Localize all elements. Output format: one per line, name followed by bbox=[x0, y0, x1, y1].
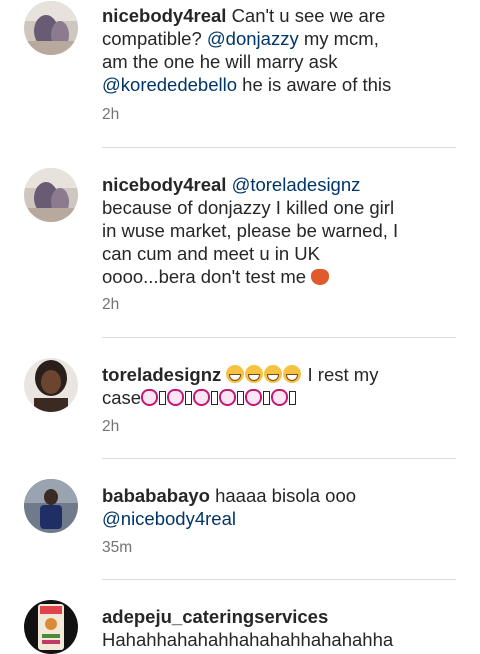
comment-text-segment: can cum and meet u in UK bbox=[102, 243, 320, 264]
missing-glyph-icon bbox=[159, 391, 167, 405]
divider bbox=[102, 337, 456, 338]
comment-timestamp: 2h bbox=[102, 106, 120, 123]
comment-text-segment: Can't u see we are bbox=[231, 5, 386, 26]
comment-username[interactable]: nicebody4real bbox=[102, 174, 226, 195]
comment-text: adepeju_cateringservices Hahahhahahahhah… bbox=[102, 605, 452, 651]
missing-glyph-icon bbox=[185, 391, 193, 405]
comment-text-segment: haaaa bisola ooo bbox=[215, 485, 357, 506]
comment-username[interactable]: toreladesignz bbox=[102, 364, 221, 385]
mention-link[interactable]: @donjazzy bbox=[207, 28, 299, 49]
comment-username[interactable]: adepeju_cateringservices bbox=[102, 606, 328, 627]
comment-timestamp: 2h bbox=[102, 296, 120, 313]
comment-text-segment: my mcm, bbox=[298, 28, 379, 49]
devil-face-icon bbox=[311, 269, 330, 285]
divider bbox=[102, 147, 456, 148]
avatar-photo-icon bbox=[24, 168, 78, 222]
clapping-hands-icon bbox=[271, 389, 289, 406]
clapping-hands-icon bbox=[219, 389, 237, 406]
comment-text: nicebody4real Can't u see we are compati… bbox=[102, 4, 452, 96]
comment-text: toreladesignz I rest my case bbox=[102, 363, 452, 409]
comment-text: nicebody4real @toreladesignz because of … bbox=[102, 173, 452, 288]
grinning-face-icon bbox=[264, 365, 283, 383]
avatar-photo-icon bbox=[24, 358, 78, 412]
missing-glyph-icon bbox=[211, 391, 219, 405]
comment-text-segment: I rest my bbox=[307, 364, 379, 385]
avatar[interactable] bbox=[24, 1, 78, 55]
comment-text-segment: Hahahhahahahhahahahhahahahha bbox=[102, 629, 394, 650]
comment-username[interactable]: nicebody4real bbox=[102, 5, 226, 26]
grinning-face-icon bbox=[226, 365, 245, 383]
comment-username[interactable]: babababayo bbox=[102, 485, 210, 506]
missing-glyph-icon bbox=[263, 391, 271, 405]
comment-text-segment: oooo...bera don't test me bbox=[102, 266, 307, 287]
avatar-photo-icon bbox=[24, 479, 78, 533]
grinning-face-icon bbox=[245, 365, 264, 383]
divider bbox=[102, 579, 456, 580]
avatar[interactable] bbox=[24, 358, 78, 412]
comment-text-segment: he is aware of this bbox=[237, 74, 392, 95]
comment-text-segment: am the one he will marry ask bbox=[102, 51, 338, 72]
avatar[interactable] bbox=[24, 600, 78, 654]
comment-timestamp: 35m bbox=[102, 539, 133, 556]
avatar-photo-icon bbox=[24, 1, 78, 55]
divider bbox=[102, 458, 456, 459]
mention-link[interactable]: @nicebody4real bbox=[102, 508, 236, 529]
comment-text-segment: case bbox=[102, 387, 142, 408]
clapping-hands-icon bbox=[193, 389, 211, 406]
grinning-face-icon bbox=[283, 365, 302, 383]
missing-glyph-icon bbox=[237, 391, 245, 405]
comment-text-segment: because of donjazzy I killed one girl bbox=[102, 197, 395, 218]
mention-link[interactable]: @toreladesignz bbox=[232, 174, 361, 195]
clapping-hands-icon bbox=[141, 389, 159, 406]
clapping-hands-icon bbox=[167, 389, 185, 406]
comment-timestamp: 2h bbox=[102, 418, 120, 435]
avatar[interactable] bbox=[24, 479, 78, 533]
clapping-hands-icon bbox=[245, 389, 263, 406]
mention-link[interactable]: @korededebello bbox=[102, 74, 237, 95]
comment-text-segment: in wuse market, please be warned, I bbox=[102, 220, 399, 241]
comment-text: babababayo haaaa bisola ooo @nicebody4re… bbox=[102, 484, 452, 530]
avatar[interactable] bbox=[24, 168, 78, 222]
comment-text-segment: compatible? bbox=[102, 28, 207, 49]
avatar-photo-icon bbox=[24, 600, 78, 654]
missing-glyph-icon bbox=[289, 391, 297, 405]
